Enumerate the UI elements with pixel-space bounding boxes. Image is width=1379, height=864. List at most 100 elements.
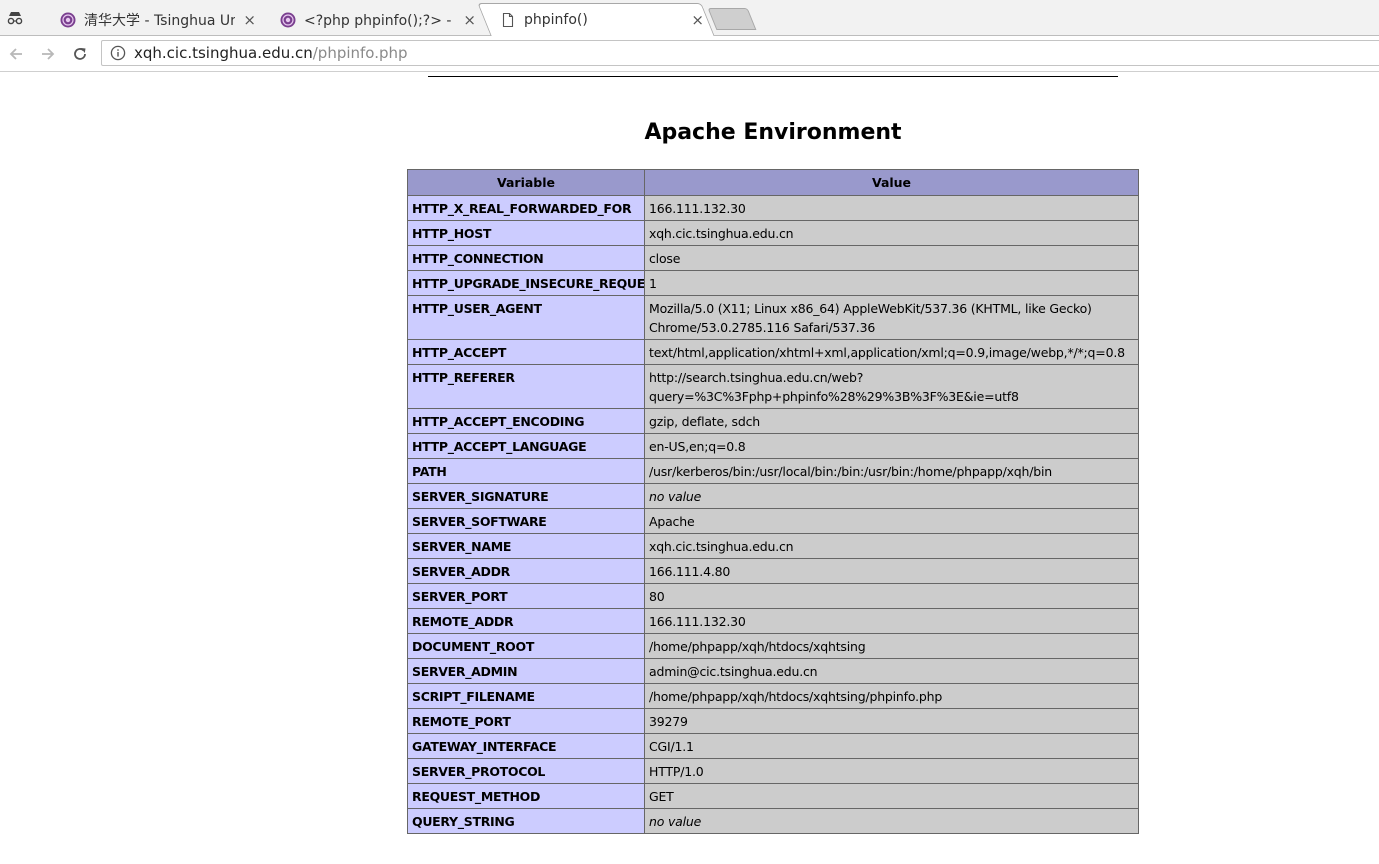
tab-close-icon[interactable]: × (463, 11, 476, 29)
tab-title: phpinfo() (524, 11, 588, 28)
address-bar[interactable]: xqh.cic.tsinghua.edu.cn/phpinfo.php (101, 40, 1379, 66)
variable-value-cell: Apache (644, 508, 1139, 534)
table-row: SERVER_NAME xqh.cic.tsinghua.edu.cn (407, 533, 1139, 559)
arrow-left-icon (9, 48, 22, 60)
tab-title: <?php phpinfo();?> - 百 (304, 12, 456, 29)
table-row: SCRIPT_FILENAME/home/phpapp/xqh/htdocs/x… (407, 683, 1139, 709)
table-row: SERVER_PROTOCOL HTTP/1.0 (407, 758, 1139, 784)
table-row: SERVER_ADDR 166.111.4.80 (407, 558, 1139, 584)
variable-name-cell: HTTP_ACCEPT (407, 339, 645, 365)
variable-value-cell: gzip, deflate, sdch (644, 408, 1139, 434)
variable-value-cell: text/html,application/xhtml+xml,applicat… (644, 339, 1139, 365)
column-header-value: Value (644, 169, 1139, 196)
url-path: /phpinfo.php (312, 44, 408, 62)
table-row: HTTP_X_REAL_FORWARDED_FOR 166.111.132.30 (407, 195, 1139, 221)
variable-value-cell: http://search.tsinghua.edu.cn/web?query=… (644, 364, 1139, 409)
variable-value-cell: 166.111.132.30 (644, 608, 1139, 634)
forward-button[interactable] (36, 42, 60, 66)
tab-title: 清华大学 - Tsinghua Un (84, 12, 236, 29)
variable-name-cell: HTTP_ACCEPT_LANGUAGE (407, 433, 645, 459)
variable-name-cell: HTTP_ACCEPT_ENCODING (407, 408, 645, 434)
variable-name-cell: REMOTE_PORT (407, 708, 645, 734)
no-value-text: no value (649, 489, 702, 504)
back-button[interactable] (4, 42, 28, 66)
variable-value-cell: close (644, 245, 1139, 271)
variable-value-cell: GET (644, 783, 1139, 809)
tab-baidu-search[interactable]: <?php phpinfo();?> - 百 × (258, 3, 486, 36)
apache-environment-table: Variable Value HTTP_X_REAL_FORWARDED_FOR… (407, 169, 1139, 834)
section-heading: Apache Environment (644, 120, 902, 145)
variable-name-cell: SERVER_ADDR (407, 558, 645, 584)
table-row: HTTP_REFERER http://search.tsinghua.edu.c… (407, 364, 1139, 409)
variable-name-cell: SCRIPT_FILENAME (407, 683, 645, 709)
table-row: HTTP_ACCEPT text/html,application/xhtml+x… (407, 339, 1139, 365)
variable-value-cell: xqh.cic.tsinghua.edu.cn (644, 220, 1139, 246)
variable-name-cell: HTTP_UPGRADE_INSECURE_REQUESTS (407, 270, 645, 296)
variable-value-cell: 80 (644, 583, 1139, 609)
table-row: DOCUMENT_ROOT/home/phpapp/xqh/htdocs/xqh… (407, 633, 1139, 659)
variable-name-cell: PATH (407, 458, 645, 484)
no-value-text: no value (649, 814, 702, 829)
table-row: HTTP_ACCEPT_ENCODING gzip, deflate, sdch (407, 408, 1139, 434)
variable-name-cell: HTTP_USER_AGENT (407, 295, 645, 340)
variable-value-cell: /home/phpapp/xqh/htdocs/xqhtsing (644, 633, 1139, 659)
variable-value-cell: no value (644, 483, 1139, 509)
table-row: SERVER_SIGNATURE no value (407, 483, 1139, 509)
table-row: REQUEST_METHOD GET (407, 783, 1139, 809)
variable-name-cell: REMOTE_ADDR (407, 608, 645, 634)
table-row: HTTP_UPGRADE_INSECURE_REQUESTS1 (407, 270, 1139, 296)
variable-value-cell: /home/phpapp/xqh/htdocs/xqhtsing/phpinfo… (644, 683, 1139, 709)
variable-name-cell: SERVER_ADMIN (407, 658, 645, 684)
variable-value-cell: xqh.cic.tsinghua.edu.cn (644, 533, 1139, 559)
variable-name-cell: SERVER_SIGNATURE (407, 483, 645, 509)
variable-name-cell: SERVER_SOFTWARE (407, 508, 645, 534)
variable-name-cell: SERVER_PROTOCOL (407, 758, 645, 784)
browser-toolbar: xqh.cic.tsinghua.edu.cn/phpinfo.php (0, 36, 1379, 72)
table-row: HTTP_HOST xqh.cic.tsinghua.edu.cn (407, 220, 1139, 246)
variable-name-cell: HTTP_HOST (407, 220, 645, 246)
reload-button[interactable] (68, 42, 92, 66)
variable-name-cell: REQUEST_METHOD (407, 783, 645, 809)
tab-strip: 清华大学 - Tsinghua Un × <?php phpinfo();?> … (0, 0, 1379, 36)
info-icon[interactable] (110, 45, 126, 61)
tab-phpinfo[interactable]: phpinfo() × (478, 3, 714, 36)
variable-name-cell: HTTP_REFERER (407, 364, 645, 409)
variable-value-cell: /usr/kerberos/bin:/usr/local/bin:/bin:/u… (644, 458, 1139, 484)
tab-tsinghua[interactable]: 清华大学 - Tsinghua Un × (38, 3, 266, 36)
variable-name-cell: GATEWAY_INTERFACE (407, 733, 645, 759)
new-tab-button[interactable] (707, 8, 757, 30)
tab-close-icon[interactable]: × (691, 11, 704, 29)
tsinghua-seal-icon (280, 12, 296, 27)
variable-name-cell: SERVER_PORT (407, 583, 645, 609)
column-header-variable: Variable (407, 169, 645, 196)
variable-name-cell: QUERY_STRING (407, 808, 645, 834)
variable-name-cell: HTTP_X_REAL_FORWARDED_FOR (407, 195, 645, 221)
table-row: SERVER_SOFTWARE Apache (407, 508, 1139, 534)
variable-value-cell: CGI/1.1 (644, 733, 1139, 759)
table-row: REMOTE_ADDR 166.111.132.30 (407, 608, 1139, 634)
reload-icon (74, 48, 86, 60)
table-row: SERVER_ADMIN admin@cic.tsinghua.edu.cn (407, 658, 1139, 684)
table-row: HTTP_USER_AGENT Mozilla/5.0 (X11; Linux x… (407, 295, 1139, 340)
tab-close-icon[interactable]: × (243, 11, 256, 29)
table-row: SERVER_PORT 80 (407, 583, 1139, 609)
variable-value-cell: HTTP/1.0 (644, 758, 1139, 784)
tsinghua-seal-icon (60, 12, 76, 27)
table-row: PATH/usr/kerberos/bin:/usr/local/bin:/bi… (407, 458, 1139, 484)
variable-value-cell: 39279 (644, 708, 1139, 734)
arrow-right-icon (42, 48, 55, 60)
variable-value-cell: 166.111.4.80 (644, 558, 1139, 584)
table-row: GATEWAY_INTERFACE CGI/1.1 (407, 733, 1139, 759)
horizontal-rule (428, 76, 1118, 77)
variable-value-cell: en-US,en;q=0.8 (644, 433, 1139, 459)
variable-value-cell: no value (644, 808, 1139, 834)
url-host: xqh.cic.tsinghua.edu.cn (134, 44, 313, 62)
variable-value-cell: 166.111.132.30 (644, 195, 1139, 221)
table-row: HTTP_ACCEPT_LANGUAGE en-US,en;q=0.8 (407, 433, 1139, 459)
table-header-row: Variable Value (407, 169, 1139, 196)
table-row: REMOTE_PORT 39279 (407, 708, 1139, 734)
variable-name-cell: HTTP_CONNECTION (407, 245, 645, 271)
variable-value-cell: admin@cic.tsinghua.edu.cn (644, 658, 1139, 684)
variable-name-cell: SERVER_NAME (407, 533, 645, 559)
table-row: HTTP_CONNECTION close (407, 245, 1139, 271)
